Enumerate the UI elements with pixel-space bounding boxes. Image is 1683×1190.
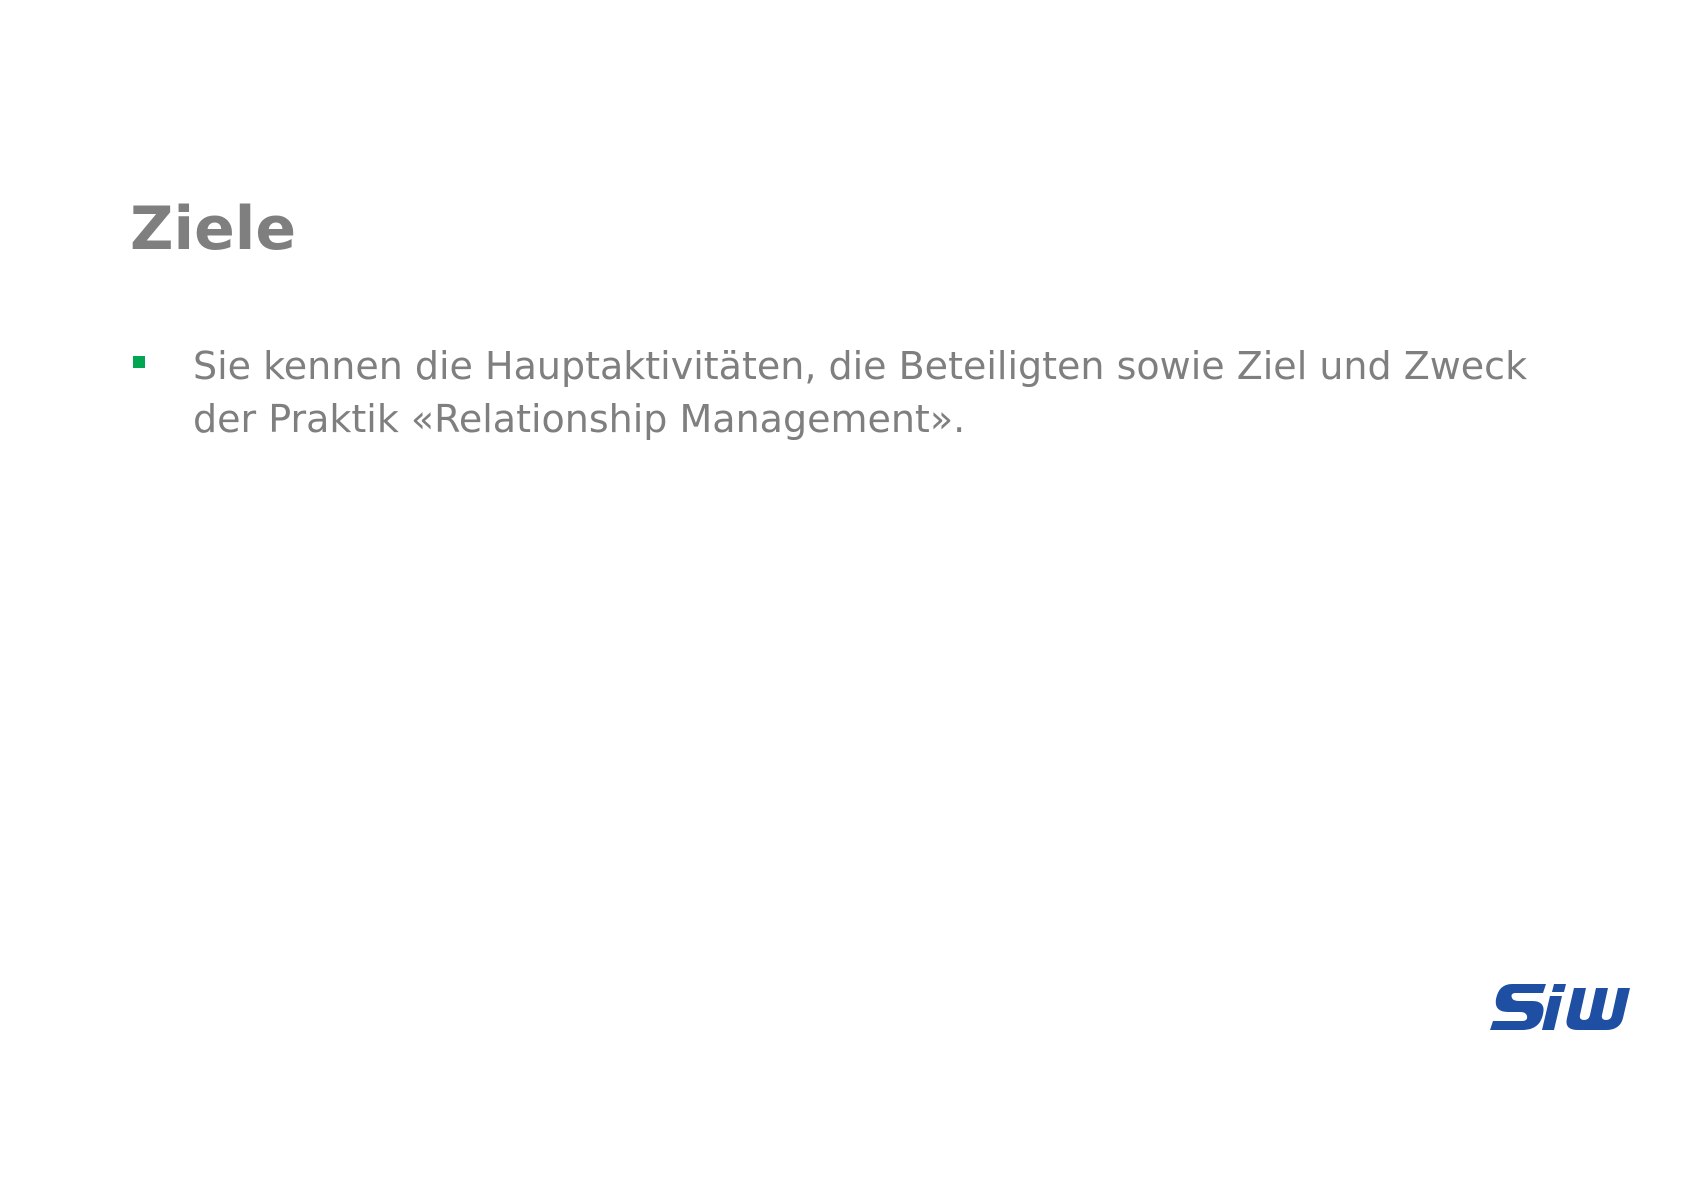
square-bullet-icon — [133, 356, 145, 368]
slide: Ziele Sie kennen die Hauptaktivitäten, d… — [0, 0, 1683, 1190]
bullet-item: Sie kennen die Hauptaktivitäten, die Bet… — [130, 340, 1530, 446]
bullet-text: Sie kennen die Hauptaktivitäten, die Bet… — [193, 344, 1528, 441]
siw-logo — [1488, 982, 1640, 1032]
bullet-list: Sie kennen die Hauptaktivitäten, die Bet… — [130, 340, 1530, 446]
siw-logo-icon — [1490, 984, 1630, 1030]
slide-title: Ziele — [130, 194, 297, 264]
